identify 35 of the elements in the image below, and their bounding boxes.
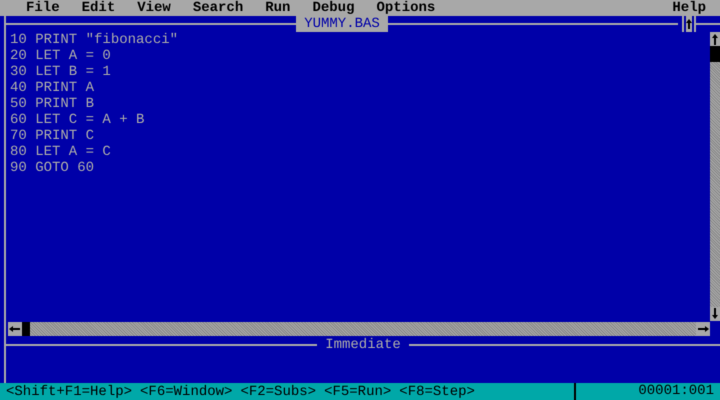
shortcut-hint[interactable]: <Shift+F1=Help> (6, 384, 132, 400)
code-line: 30 LET B = 1 (10, 64, 112, 80)
code-line: 70 PRINT C (10, 128, 96, 144)
scroll-down-icon[interactable] (710, 307, 720, 321)
maximize-button[interactable] (682, 16, 696, 32)
menu-item[interactable]: Options (376, 0, 436, 16)
shortcut-hint[interactable]: <F8=Step> (399, 384, 475, 400)
scroll-up-icon[interactable] (710, 32, 720, 46)
code-line: 10 PRINT "fibonacci" (10, 32, 180, 48)
scroll-left-icon[interactable] (8, 322, 22, 336)
menu-item[interactable]: File (26, 0, 60, 16)
code-line: 60 LET C = A + B (10, 112, 146, 128)
code-line: 50 PRINT B (10, 96, 96, 112)
help-menu[interactable]: Help (672, 0, 706, 16)
vertical-scrollbar[interactable] (710, 32, 720, 321)
horizontal-scrollbar[interactable] (8, 322, 710, 336)
up-arrow-icon (685, 18, 693, 30)
menu-item[interactable]: Search (192, 0, 244, 16)
shortcut-hint[interactable]: <F2=Subs> (240, 384, 316, 400)
window-title: YUMMY.BAS (296, 16, 388, 32)
code-line: 80 LET A = C (10, 144, 112, 160)
menu-item[interactable]: View (137, 0, 171, 16)
code-line: 20 LET A = 0 (10, 48, 112, 64)
window-title: Immediate (324, 337, 402, 353)
scroll-thumb[interactable] (22, 322, 30, 336)
scroll-thumb[interactable] (710, 46, 720, 62)
menu-item[interactable]: Run (265, 0, 290, 16)
shortcut-hint[interactable]: <F5=Run> (324, 384, 392, 400)
menu-item[interactable]: Edit (82, 0, 116, 16)
code-line: 90 GOTO 60 (10, 160, 96, 176)
scroll-right-icon[interactable] (696, 322, 710, 336)
cursor-position: 00001:001 (574, 383, 714, 400)
code-line: 40 PRINT A (10, 80, 96, 96)
shortcut-hint[interactable]: <F6=Window> (140, 384, 232, 400)
menu-item[interactable]: Debug (312, 0, 354, 16)
